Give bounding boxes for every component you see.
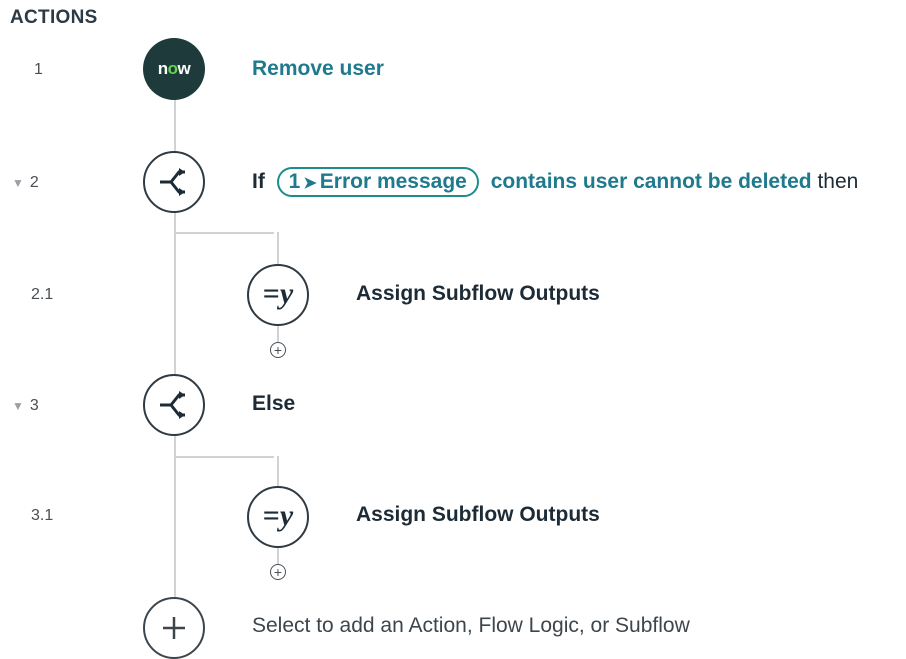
branch-connector-3-down bbox=[277, 456, 279, 489]
collapse-triangle-icon[interactable]: ▼ bbox=[12, 399, 24, 413]
plus-icon bbox=[163, 617, 185, 639]
step-label-if-condition[interactable]: If 1 ➤ Error message contains user cannot … bbox=[252, 167, 858, 197]
add-action-label[interactable]: Select to add an Action, Flow Logic, or … bbox=[252, 614, 690, 638]
pill-arrow-icon: ➤ bbox=[303, 175, 317, 192]
step-number-1: 1 bbox=[34, 61, 43, 78]
add-action-button[interactable] bbox=[143, 597, 205, 659]
step-number-3-1: 3.1 bbox=[31, 507, 54, 524]
branch-connector-2-down bbox=[277, 232, 279, 267]
branch-connector-3 bbox=[174, 456, 274, 458]
step-number-2[interactable]: ▼ 2 bbox=[12, 174, 39, 192]
step-number-2-1: 2.1 bbox=[31, 286, 54, 303]
step-label-assign-subflow-outputs-2[interactable]: Assign Subflow Outputs bbox=[356, 503, 600, 527]
assign-icon[interactable]: =y bbox=[247, 486, 309, 548]
collapse-triangle-icon[interactable]: ▼ bbox=[12, 176, 24, 190]
add-step-icon[interactable]: + bbox=[270, 564, 286, 580]
now-logo-icon[interactable]: now bbox=[143, 38, 205, 100]
branch-icon[interactable] bbox=[143, 374, 205, 436]
section-title: ACTIONS bbox=[10, 7, 98, 28]
step-label-assign-subflow-outputs-1[interactable]: Assign Subflow Outputs bbox=[356, 282, 600, 306]
assign-icon[interactable]: =y bbox=[247, 264, 309, 326]
then-keyword: then bbox=[817, 170, 859, 193]
if-keyword: If bbox=[252, 170, 265, 193]
step-number-3[interactable]: ▼ 3 bbox=[12, 397, 39, 415]
branch-icon[interactable] bbox=[143, 151, 205, 213]
add-step-icon[interactable]: + bbox=[270, 342, 286, 358]
branch-connector-2-add bbox=[277, 325, 279, 343]
branch-connector-3-add bbox=[277, 547, 279, 565]
data-pill-error-message[interactable]: 1 ➤ Error message bbox=[276, 167, 479, 197]
step-label-else[interactable]: Else bbox=[252, 392, 295, 416]
step-label-remove-user[interactable]: Remove user bbox=[252, 57, 384, 81]
condition-text: contains user cannot be deleted bbox=[490, 170, 812, 193]
branch-connector-2 bbox=[174, 232, 274, 234]
